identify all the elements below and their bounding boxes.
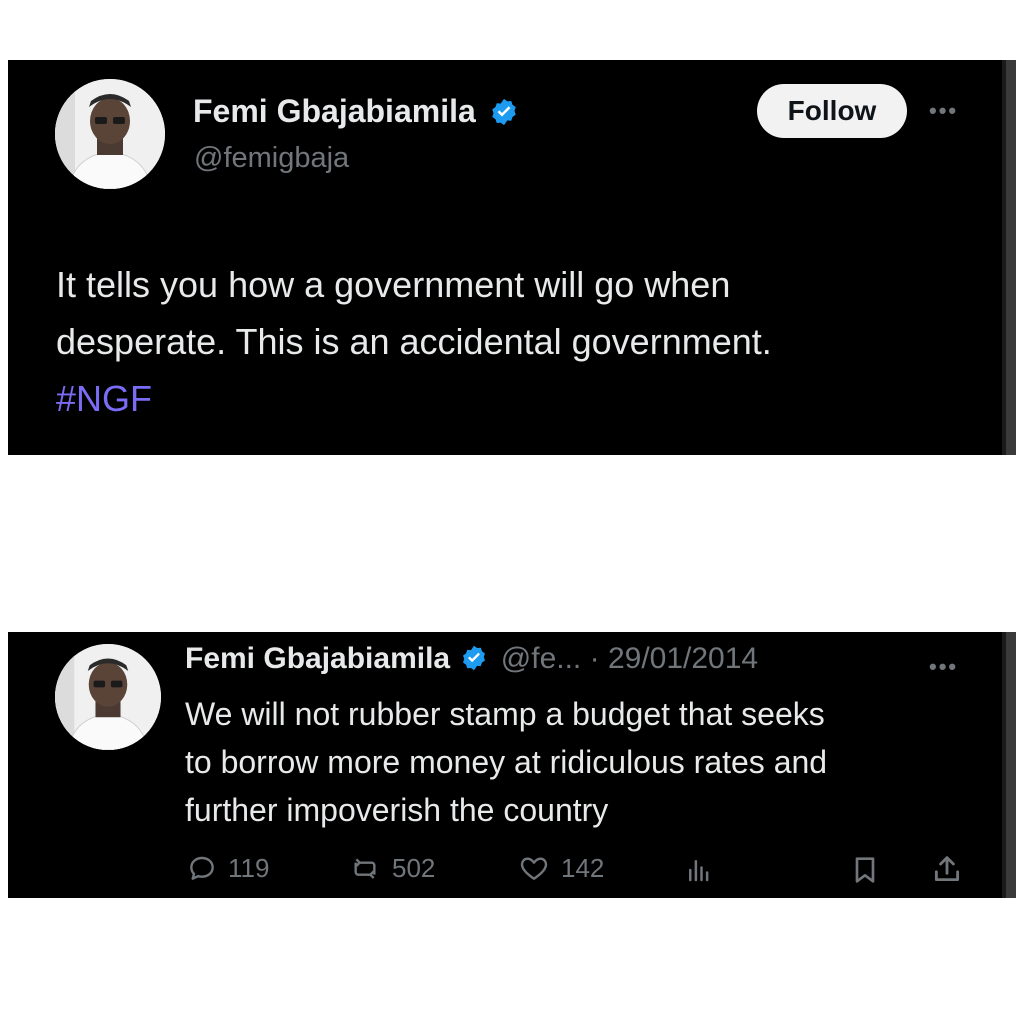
more-icon[interactable]: ••• [929, 654, 958, 680]
reply-count: 119 [228, 852, 270, 883]
hashtag-link[interactable]: #NGF [56, 370, 772, 427]
card-edge-shadow [1002, 632, 1006, 898]
repost-count: 502 [392, 852, 436, 883]
follow-button[interactable]: Follow [757, 84, 907, 138]
views-button[interactable] [684, 854, 714, 886]
reply-button[interactable]: 119 [186, 852, 269, 884]
meta-separator: · [589, 642, 600, 675]
like-count: 142 [561, 852, 605, 883]
author-name[interactable]: Femi Gbajabiamila [193, 93, 519, 130]
author-name-text[interactable]: Femi Gbajabiamila [185, 642, 450, 675]
verified-badge-icon [463, 645, 486, 671]
tweet-card-top: Femi Gbajabiamila @femigbaja Follow ••• … [8, 60, 1016, 455]
more-icon[interactable]: ••• [929, 98, 958, 124]
like-button[interactable]: 142 [517, 852, 604, 884]
repost-icon [354, 858, 376, 879]
tweet-body: It tells you how a government will go wh… [56, 256, 772, 427]
tweet-line: We will not rubber stamp a budget that s… [185, 696, 825, 732]
bookmark-icon [855, 857, 875, 883]
views-icon [689, 860, 709, 882]
card-edge-shadow [1002, 60, 1006, 455]
author-handle[interactable]: @femigbaja [194, 142, 349, 175]
tweet-date[interactable]: 29/01/2014 [608, 642, 758, 675]
tweet-line: desperate. This is an accidental governm… [56, 321, 772, 362]
avatar[interactable] [55, 79, 165, 189]
share-icon [934, 856, 960, 882]
reply-icon [190, 856, 214, 880]
avatar[interactable] [55, 644, 161, 750]
share-button[interactable] [930, 852, 964, 886]
author-name[interactable]: Femi Gbajabiamila @fe... · 29/01/2014 [185, 642, 758, 676]
card-edge [1006, 60, 1016, 455]
repost-button[interactable]: 502 [348, 852, 435, 884]
verified-badge-icon [491, 98, 516, 125]
tweet-line: further impoverish the country [185, 792, 609, 828]
tweet-line: It tells you how a government will go wh… [56, 264, 731, 305]
author-handle[interactable]: @fe... [501, 642, 581, 675]
card-edge [1006, 632, 1016, 898]
tweet-body: We will not rubber stamp a budget that s… [185, 690, 827, 834]
bookmark-button[interactable] [849, 854, 881, 886]
tweet-card-bottom: Femi Gbajabiamila @fe... · 29/01/2014 ••… [8, 632, 1016, 898]
like-icon [520, 857, 548, 880]
author-name-text[interactable]: Femi Gbajabiamila [193, 93, 476, 129]
tweet-line: to borrow more money at ridiculous rates… [185, 744, 828, 780]
